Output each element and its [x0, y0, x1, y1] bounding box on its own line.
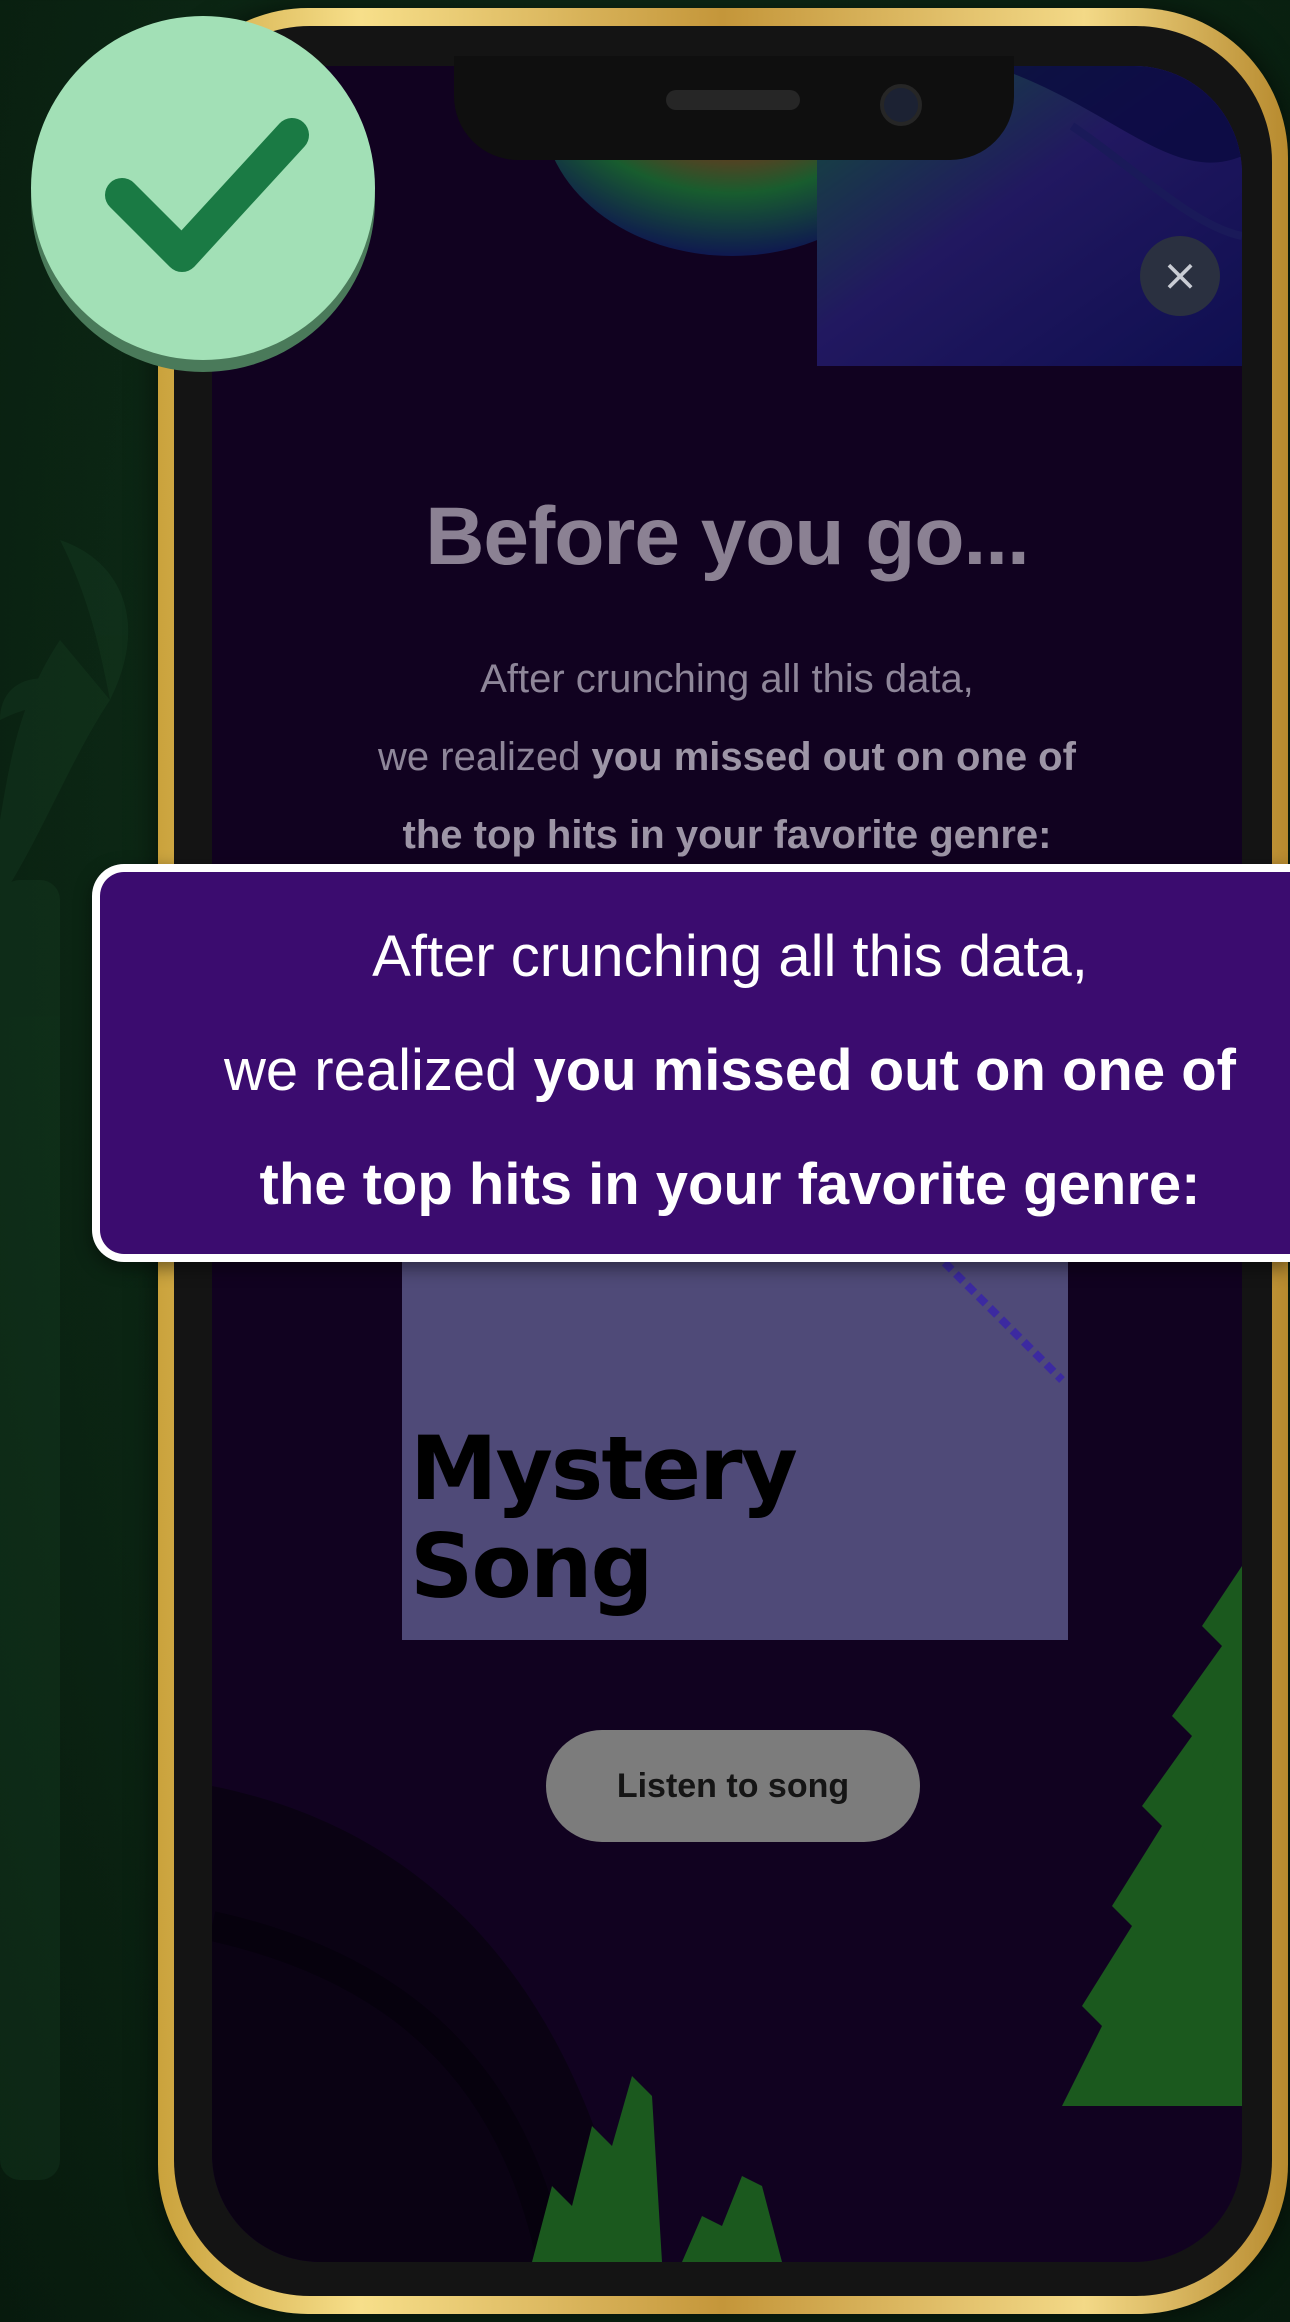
highlight-callout-text: After crunching all this data, we realiz… — [120, 900, 1290, 1242]
mystery-song-line-1: Mystery — [410, 1417, 798, 1520]
phone-speaker — [666, 90, 800, 110]
close-icon: × — [1161, 250, 1199, 301]
listen-to-song-button[interactable]: Listen to song — [546, 1730, 920, 1842]
story-line-2-bold: you missed out on one of — [591, 735, 1076, 779]
front-camera — [880, 84, 922, 126]
story-title: Before you go... — [425, 491, 1030, 582]
callout-line-3-bold: the top hits in your favorite genre: — [259, 1152, 1201, 1217]
mystery-song-line-2: Song — [410, 1515, 653, 1618]
check-badge — [31, 16, 375, 372]
story-body: After crunching all this data, we realiz… — [212, 640, 1242, 874]
callout-line-3: the top hits in your favorite genre: — [120, 1128, 1290, 1242]
pixel-leaf-decoration — [532, 1566, 1242, 2262]
callout-line-2-bold: you missed out on one of — [533, 1038, 1236, 1103]
story-line-2-normal: we realized — [378, 735, 592, 779]
story-line-3-bold: the top hits in your favorite genre: — [402, 813, 1052, 857]
story-line-2: we realized you missed out on one of — [212, 718, 1242, 796]
story-line-1: After crunching all this data, — [480, 657, 974, 701]
story-line-3: the top hits in your favorite genre: — [212, 796, 1242, 874]
callout-line-2: we realized you missed out on one of — [120, 1014, 1290, 1128]
mystery-song-title: Mystery Song — [410, 1417, 798, 1618]
callout-line-2-normal: we realized — [224, 1038, 534, 1103]
close-button[interactable]: × — [1140, 236, 1220, 316]
callout-line-1: After crunching all this data, — [372, 924, 1088, 989]
